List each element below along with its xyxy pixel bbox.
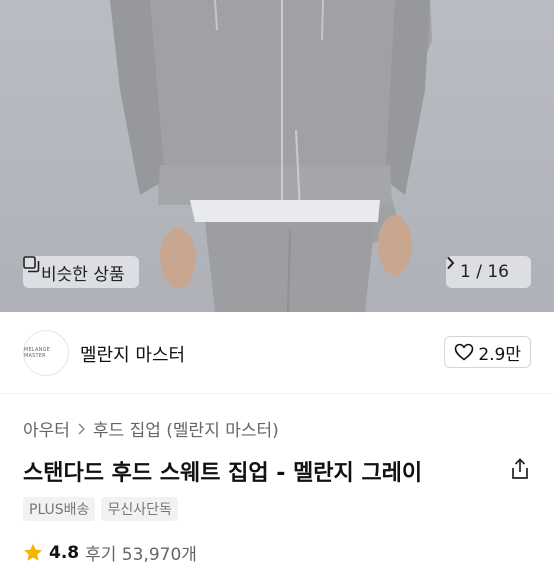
rating-row[interactable]: 4.8 후기 53,970개 [23, 540, 197, 565]
star-icon [23, 543, 43, 562]
chevron-right-icon [78, 422, 85, 435]
breadcrumb-category[interactable]: 아우터 [23, 416, 70, 441]
badge-row: PLUS배송 무신사단독 [23, 497, 178, 521]
seller-name[interactable]: 멜란지 마스터 [80, 341, 185, 367]
product-image-carousel[interactable]: 비슷한 상품 1 / 16 [0, 0, 554, 312]
exclusive-badge: 무신사단독 [101, 497, 178, 521]
review-count[interactable]: 후기 53,970개 [85, 540, 197, 565]
product-title: 스탠다드 후드 스웨트 집업 - 멜란지 그레이 [23, 461, 423, 486]
plus-delivery-badge: PLUS배송 [23, 497, 96, 521]
like-button[interactable]: 2.9만 [444, 336, 531, 368]
pager-counter: 1 / 16 [460, 262, 509, 282]
rating-score: 4.8 [49, 542, 80, 563]
breadcrumb-subcategory[interactable]: 후드 집업 (멜란지 마스터) [93, 416, 279, 441]
seller-logo-text: MELANGE MASTER [24, 347, 50, 359]
heart-icon [454, 343, 474, 361]
seller-logo[interactable]: MELANGE MASTER [23, 330, 69, 376]
similar-products-button[interactable]: 비슷한 상품 [23, 256, 139, 288]
like-count: 2.9만 [478, 344, 521, 365]
similar-products-label: 비슷한 상품 [41, 264, 125, 285]
image-pager[interactable]: 1 / 16 [446, 256, 531, 288]
seller-row: MELANGE MASTER 멜란지 마스터 2.9만 [0, 313, 554, 394]
breadcrumb: 아우터 후드 집업 (멜란지 마스터) [23, 416, 279, 441]
share-icon[interactable] [510, 458, 530, 480]
